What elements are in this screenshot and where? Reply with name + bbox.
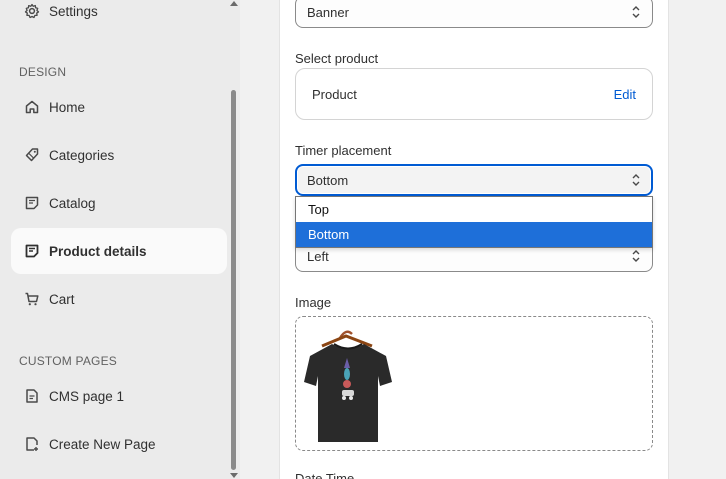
product-details-icon — [23, 242, 41, 260]
add-page-icon — [23, 435, 41, 453]
sidebar-item-label: Create New Page — [49, 436, 156, 452]
timer-placement-label: Timer placement — [295, 143, 392, 158]
page-icon — [23, 387, 41, 405]
sidebar-scrollbar-thumb[interactable] — [231, 90, 236, 470]
timer-placement-value: Bottom — [307, 172, 349, 188]
sidebar-item-label: CMS page 1 — [49, 388, 125, 404]
sidebar-item-catalog[interactable]: Catalog — [11, 180, 227, 226]
alignment-select-value: Left — [307, 248, 329, 264]
sidebar-item-label: Settings — [49, 3, 98, 19]
cart-icon — [23, 290, 41, 308]
sidebar-item-settings[interactable]: Settings — [11, 0, 227, 34]
sidebar-item-home[interactable]: Home — [11, 84, 227, 130]
select-chevron-icon — [632, 250, 640, 262]
sidebar-item-product-details[interactable]: Product details — [11, 228, 227, 274]
select-chevron-icon — [632, 174, 640, 186]
image-label: Image — [295, 295, 332, 310]
product-name: Product — [312, 87, 357, 102]
timer-placement-dropdown: Top Bottom — [295, 196, 653, 248]
type-select[interactable]: Banner — [295, 0, 653, 28]
type-select-value: Banner — [307, 4, 349, 20]
sidebar-item-categories[interactable]: Categories — [11, 132, 227, 178]
gear-icon — [23, 2, 41, 20]
date-time-label: Date Time — [295, 471, 355, 479]
sidebar: Settings DESIGN Home Categories Catalog … — [0, 0, 240, 479]
timer-placement-select[interactable]: Bottom — [295, 164, 653, 196]
sidebar-item-label: Catalog — [49, 195, 96, 211]
home-icon — [23, 98, 41, 116]
sidebar-item-label: Home — [49, 99, 86, 115]
tag-icon — [23, 146, 41, 164]
design-section-header: DESIGN — [19, 65, 67, 79]
product-image[interactable] — [304, 326, 394, 446]
dropdown-option-bottom[interactable]: Bottom — [296, 222, 652, 247]
sidebar-item-create-new-page[interactable]: Create New Page — [11, 421, 227, 467]
catalog-icon — [23, 194, 41, 212]
sidebar-item-label: Product details — [49, 243, 147, 259]
sidebar-item-cart[interactable]: Cart — [11, 276, 227, 322]
select-product-label: Select product — [295, 51, 379, 66]
select-chevron-icon — [632, 6, 640, 18]
dropdown-option-top[interactable]: Top — [296, 197, 652, 222]
edit-product-link[interactable]: Edit — [614, 87, 636, 102]
scroll-up-arrow-icon[interactable] — [230, 1, 238, 6]
custom-pages-section-header: CUSTOM PAGES — [19, 354, 117, 368]
selected-product-card: Product Edit — [295, 68, 653, 120]
sidebar-item-cms-page-1[interactable]: CMS page 1 — [11, 373, 227, 419]
sidebar-item-label: Cart — [49, 291, 75, 307]
scroll-down-arrow-icon[interactable] — [230, 473, 238, 478]
sidebar-item-label: Categories — [49, 147, 115, 163]
